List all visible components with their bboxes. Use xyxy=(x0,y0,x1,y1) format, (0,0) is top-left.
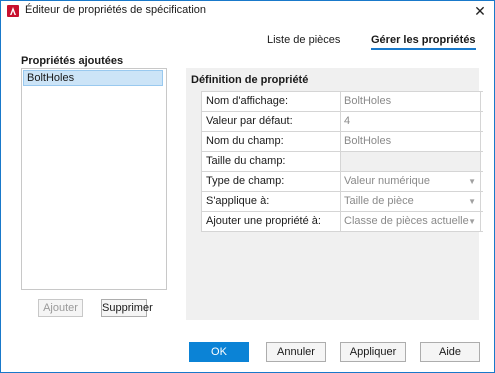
autodesk-app-icon xyxy=(7,5,19,17)
row-label: Type de champ: xyxy=(201,172,341,191)
top-tabs: Liste de pièces Gérer les propriétés xyxy=(1,34,494,54)
property-definition-heading: Définition de propriété xyxy=(191,74,309,86)
dropdown-value: Valeur numérique xyxy=(344,175,431,187)
grid-row-field-size: Taille du champ: xyxy=(201,152,483,172)
applies-to-dropdown[interactable]: Taille de pièce ▼ xyxy=(341,192,481,211)
grid-row-display-name: Nom d'affichage: BoltHoles xyxy=(201,92,483,112)
field-type-dropdown[interactable]: Valeur numérique ▼ xyxy=(341,172,481,191)
row-label: Valeur par défaut: xyxy=(201,112,341,131)
apply-button[interactable]: Appliquer xyxy=(340,342,406,362)
display-name-field[interactable]: BoltHoles xyxy=(341,92,481,111)
added-properties-list[interactable]: BoltHoles xyxy=(21,68,167,290)
dropdown-value: Taille de pièce xyxy=(344,195,414,207)
list-item[interactable]: BoltHoles xyxy=(23,70,163,86)
tab-manage-properties[interactable]: Gérer les propriétés xyxy=(371,34,476,50)
add-button[interactable]: Ajouter xyxy=(38,299,83,317)
row-label: Ajouter une propriété à: xyxy=(201,212,341,231)
dropdown-value: Classe de pièces actuelle xyxy=(344,215,469,227)
grid-row-applies-to: S'applique à: Taille de pièce ▼ xyxy=(201,192,483,212)
field-name-field[interactable]: BoltHoles xyxy=(341,132,481,151)
tab-parts-list[interactable]: Liste de pièces xyxy=(267,34,340,48)
row-label: Taille du champ: xyxy=(201,152,341,171)
ok-button[interactable]: OK xyxy=(189,342,249,362)
grid-row-add-property-to: Ajouter une propriété à: Classe de pièce… xyxy=(201,212,483,232)
title-bar[interactable]: Éditeur de propriétés de spécification ✕ xyxy=(1,1,494,21)
window-title: Éditeur de propriétés de spécification xyxy=(25,4,206,16)
help-button[interactable]: Aide xyxy=(420,342,480,362)
add-property-to-dropdown[interactable]: Classe de pièces actuelle ▼ xyxy=(341,212,481,231)
field-size-field[interactable] xyxy=(341,152,481,171)
chevron-down-icon[interactable]: ▼ xyxy=(468,192,476,211)
row-label: S'applique à: xyxy=(201,192,341,211)
grid-row-field-name: Nom du champ: BoltHoles xyxy=(201,132,483,152)
property-definition-panel: Définition de propriété Nom d'affichage:… xyxy=(186,68,483,320)
cancel-button[interactable]: Annuler xyxy=(266,342,326,362)
grid-row-field-type: Type de champ: Valeur numérique ▼ xyxy=(201,172,483,192)
added-properties-heading: Propriétés ajoutées xyxy=(21,55,124,67)
chevron-down-icon[interactable]: ▼ xyxy=(468,212,476,231)
row-label: Nom du champ: xyxy=(201,132,341,151)
chevron-down-icon[interactable]: ▼ xyxy=(468,172,476,191)
close-icon[interactable]: ✕ xyxy=(472,3,488,19)
row-label: Nom d'affichage: xyxy=(201,92,341,111)
remove-button[interactable]: Supprimer xyxy=(101,299,153,317)
default-value-field[interactable]: 4 xyxy=(341,112,481,131)
property-grid: Nom d'affichage: BoltHoles Valeur par dé… xyxy=(201,91,483,232)
grid-row-default-value: Valeur par défaut: 4 xyxy=(201,112,483,132)
dialog-window: Éditeur de propriétés de spécification ✕… xyxy=(0,0,495,373)
